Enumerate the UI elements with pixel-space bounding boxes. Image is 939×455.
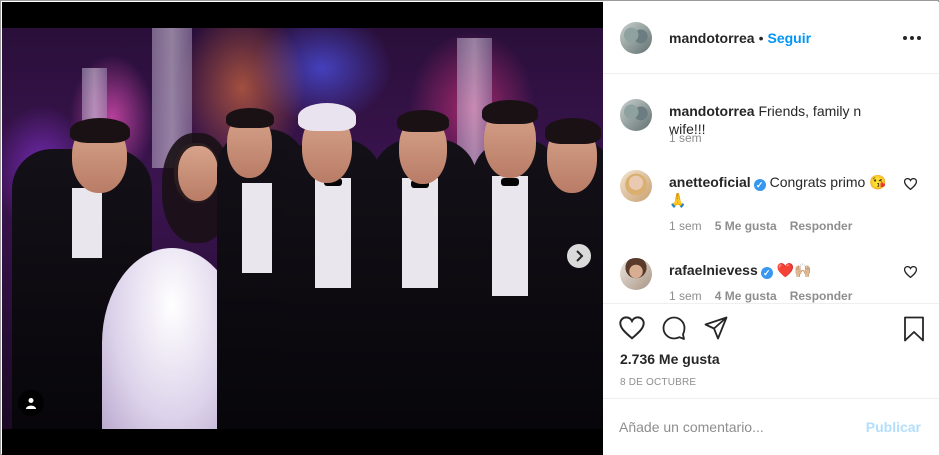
paper-plane-icon[interactable] <box>703 316 729 340</box>
header-separator: • <box>758 29 764 46</box>
bookmark-icon[interactable] <box>903 316 925 342</box>
comment-username[interactable]: anetteoficial <box>669 174 751 190</box>
chevron-right-icon <box>576 250 584 262</box>
comments-list: mandotorrea Friends, family n wife!!! 1 … <box>603 75 939 303</box>
post-media <box>2 2 603 455</box>
post-header: mandotorrea • Seguir <box>603 2 939 74</box>
verified-badge-icon: ✓ <box>760 267 773 279</box>
publish-button[interactable]: Publicar <box>866 419 921 435</box>
user-tag-icon <box>26 398 36 409</box>
likes-count[interactable]: 2.736 Me gusta <box>620 351 720 367</box>
follow-button[interactable]: Seguir <box>767 30 811 46</box>
reply-button[interactable]: Responder <box>790 289 853 303</box>
comment-time[interactable]: 1 sem <box>669 131 702 145</box>
commenter-avatar[interactable] <box>620 170 652 202</box>
comment-time[interactable]: 1 sem <box>669 289 702 303</box>
comment-username[interactable]: mandotorrea <box>669 103 755 119</box>
comment-composer: Publicar <box>603 398 939 455</box>
comment-likes[interactable]: 5 Me gusta <box>715 219 777 233</box>
author-avatar[interactable] <box>620 21 652 54</box>
author-avatar[interactable] <box>620 99 652 131</box>
reply-button[interactable]: Responder <box>790 219 853 233</box>
author-username[interactable]: mandotorrea <box>669 30 755 46</box>
tagged-users-button[interactable] <box>18 390 44 416</box>
comment-likes[interactable]: 4 Me gusta <box>715 289 777 303</box>
heart-icon[interactable] <box>619 316 645 340</box>
more-options-icon[interactable] <box>903 36 921 40</box>
comment-username[interactable]: rafaelnievess <box>669 262 758 278</box>
like-comment-heart-icon[interactable] <box>904 178 917 190</box>
comment-icon[interactable] <box>661 316 687 340</box>
post-modal: mandotorrea • Seguir mandotorrea Friends… <box>0 0 939 455</box>
post-actions: 2.736 Me gusta 8 DE OCTUBRE Publicar <box>603 303 939 455</box>
comment-text: ❤️🙌🏼 <box>776 262 812 278</box>
like-comment-heart-icon[interactable] <box>904 266 917 278</box>
next-slide-button[interactable] <box>567 244 591 268</box>
post-photo[interactable] <box>2 28 603 429</box>
comment-input[interactable] <box>619 417 859 437</box>
commenter-avatar[interactable] <box>620 258 652 290</box>
comment-time[interactable]: 1 sem <box>669 219 702 233</box>
post-date[interactable]: 8 DE OCTUBRE <box>620 377 696 388</box>
post-details-panel: mandotorrea • Seguir mandotorrea Friends… <box>603 2 939 455</box>
verified-badge-icon: ✓ <box>753 179 766 191</box>
